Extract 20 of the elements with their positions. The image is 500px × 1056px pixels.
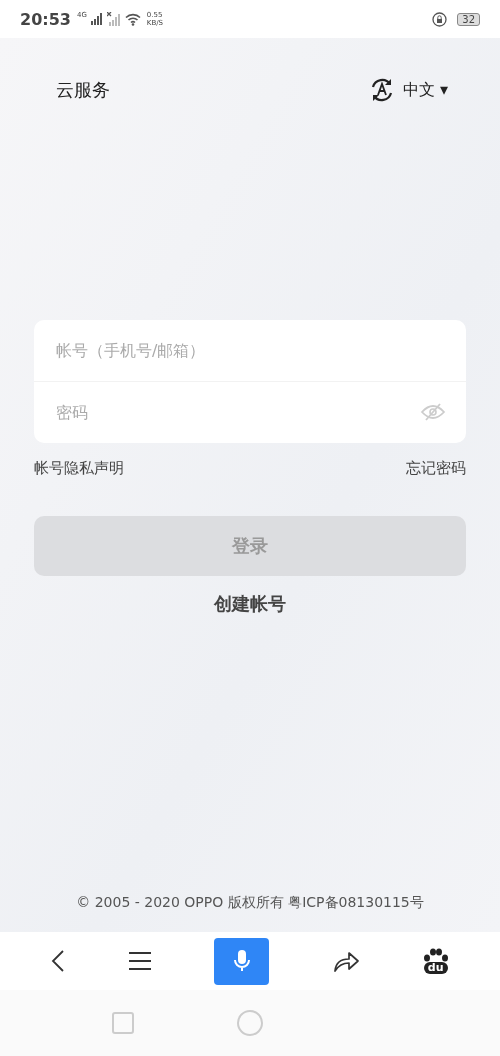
copyright-text: © 2005 - 2020 OPPO 版权所有 粤ICP备08130115号 <box>76 894 424 912</box>
paw-logo[interactable]: du <box>422 948 449 974</box>
forgot-password-link[interactable]: 忘记密码 <box>406 459 466 478</box>
account-field[interactable]: 帐号（手机号/邮箱） <box>34 320 466 381</box>
create-account-link[interactable]: 创建帐号 <box>214 592 286 616</box>
no-signal-icon <box>106 12 121 26</box>
menu-icon[interactable] <box>127 951 152 971</box>
privacy-link[interactable]: 帐号隐私声明 <box>34 459 124 478</box>
back-icon[interactable] <box>51 949 66 973</box>
password-field[interactable]: 密码 <box>34 382 466 443</box>
language-selector[interactable]: 中文 ▾ <box>402 79 448 101</box>
battery-level: 32 <box>457 12 480 26</box>
wifi-icon <box>124 12 141 26</box>
microphone-icon <box>233 949 251 973</box>
share-icon[interactable] <box>332 949 361 973</box>
page-title: 云服务 <box>56 78 110 102</box>
voice-button[interactable] <box>214 937 270 985</box>
signal-icon <box>90 13 103 25</box>
status-time: 20:53 <box>20 9 71 29</box>
lock-rotation-icon <box>432 11 448 27</box>
